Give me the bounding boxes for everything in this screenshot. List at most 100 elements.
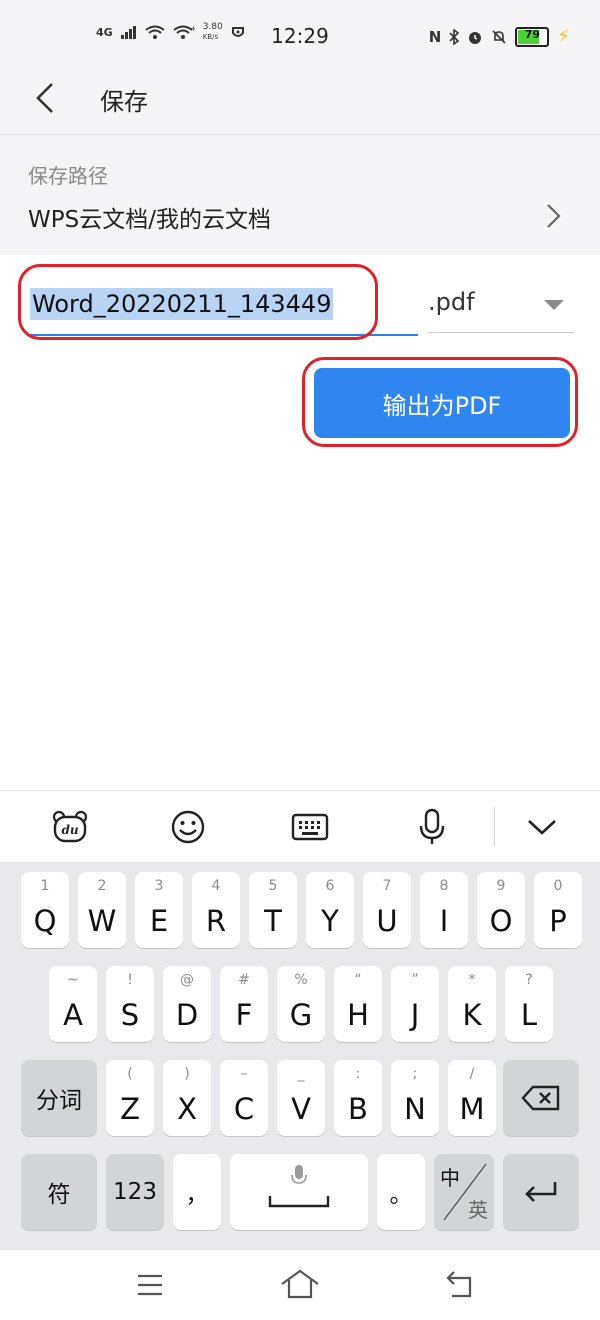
voice-input-button[interactable] (402, 791, 462, 863)
key-main-label: M (459, 1092, 485, 1126)
menu-nav-button[interactable] (130, 1268, 170, 1302)
back-nav-button[interactable] (440, 1268, 480, 1302)
key-z[interactable]: (Z (106, 1060, 154, 1136)
comma-key[interactable]: ， (173, 1154, 221, 1230)
key-n[interactable]: ; N (391, 1060, 439, 1136)
key-q[interactable]: 1Q (21, 872, 69, 948)
save-path-value[interactable]: WPS云文档/我的云文档 (28, 200, 271, 234)
key-f[interactable]: # F (220, 966, 268, 1042)
key-g[interactable]: % G (277, 966, 325, 1042)
key-main-label: S (120, 998, 140, 1032)
key-sub-label: 4 (211, 878, 221, 894)
key-main-label: H (347, 998, 369, 1032)
mute-icon (492, 29, 506, 44)
language-switch-key[interactable]: 中 英 (434, 1154, 494, 1230)
emoji-button[interactable] (158, 791, 218, 863)
key-main-label: K (462, 998, 482, 1032)
back-nav-icon (446, 1271, 472, 1298)
key-sub-label: ( (127, 1066, 133, 1082)
key-main-label: Z (120, 1092, 140, 1126)
key-sub-label: 6 (325, 878, 335, 894)
menu-icon (138, 1274, 162, 1296)
segment-key[interactable]: 分词 (21, 1060, 97, 1136)
key-d[interactable]: @ D (163, 966, 211, 1042)
annotation-highlight-filename (18, 264, 378, 340)
dropdown-caret-icon (544, 300, 564, 310)
key-main-label: O (489, 904, 513, 938)
key-w[interactable]: 2W (78, 872, 126, 948)
back-button[interactable] (28, 78, 68, 118)
key-m[interactable]: / M (448, 1060, 496, 1136)
key-main-label: V (291, 1092, 311, 1126)
key-sub-label: ~ (67, 972, 79, 988)
keyboard-icon (291, 813, 329, 841)
collapse-chevron-icon (528, 820, 556, 835)
key-y[interactable]: 6Y (306, 872, 354, 948)
key-e[interactable]: 3E (135, 872, 183, 948)
key-sub-label: ! (127, 972, 133, 988)
space-bar-icon (268, 1196, 330, 1208)
home-icon (281, 1269, 319, 1299)
space-key[interactable] (230, 1154, 368, 1230)
back-arrow-icon (36, 83, 53, 113)
key-j[interactable]: ” J (391, 966, 439, 1042)
backspace-key[interactable] (503, 1060, 579, 1136)
key-main-label: D (175, 998, 199, 1032)
key-main-label: U (376, 904, 398, 938)
key-r[interactable]: 4R (192, 872, 240, 948)
key-c[interactable]: – C (220, 1060, 268, 1136)
home-nav-button[interactable] (280, 1268, 320, 1302)
enter-key-inner (503, 1154, 579, 1230)
key-h[interactable]: “H (334, 966, 382, 1042)
extension-select[interactable]: .pdf (428, 282, 574, 333)
key-sub-label: % (294, 972, 308, 988)
key-o[interactable]: 9O (477, 872, 525, 948)
key-t[interactable]: 5T (249, 872, 297, 948)
key-u[interactable]: 7U (363, 872, 411, 948)
key-sub-label: # (238, 972, 250, 988)
key-main-label: Q (33, 904, 57, 938)
key-main-label: L (520, 998, 538, 1032)
symbol-key-label: 符 (47, 1182, 71, 1208)
key-v[interactable]: _ V (277, 1060, 325, 1136)
key-main-label: P (549, 904, 567, 938)
annotation-highlight-export (302, 357, 578, 447)
nfc-icon: N (428, 27, 442, 46)
key-b[interactable]: :B (334, 1060, 382, 1136)
key-a[interactable]: ~ A (49, 966, 97, 1042)
key-sub-label: 2 (97, 878, 107, 894)
key-main-label: W (87, 904, 117, 938)
baidu-du-button[interactable]: du (40, 791, 100, 863)
key-l[interactable]: ? L (505, 966, 553, 1042)
battery-level: 79 (524, 27, 541, 41)
key-sub-label: ? (525, 972, 533, 988)
period-key[interactable]: 。 (377, 1154, 425, 1230)
alarm-icon (469, 31, 482, 44)
key-x[interactable]: ) X (163, 1060, 211, 1136)
key-sub-label: 1 (40, 878, 50, 894)
key-main-label: N (404, 1092, 426, 1126)
segment-key-label: 分词 (36, 1088, 82, 1114)
chevron-right-icon (547, 204, 561, 228)
key-main-label: G (289, 998, 313, 1032)
key-k[interactable]: * K (448, 966, 496, 1042)
collapse-keyboard-button[interactable] (512, 791, 572, 863)
emoji-icon (171, 810, 205, 844)
comma-key-label: ， (185, 1182, 209, 1208)
key-sub-label: ; (412, 1066, 418, 1082)
keyboard: 1Q2W3E4R5T6Y7U8I9O0P ~ A! S @ D # F% G “H” J * K? L … (0, 862, 600, 1250)
symbol-key[interactable]: 符 (21, 1154, 97, 1230)
language-en-label: 英 (468, 1198, 488, 1222)
key-s[interactable]: ! S (106, 966, 154, 1042)
key-sub-label: 7 (382, 878, 392, 894)
bluetooth-icon (449, 28, 460, 45)
backspace-key-inner (503, 1060, 579, 1136)
key-p[interactable]: 0P (534, 872, 582, 948)
key-main-label: J (410, 998, 420, 1032)
keyboard-switch-button[interactable] (280, 791, 340, 863)
number-key[interactable]: 123 (106, 1154, 164, 1230)
enter-key[interactable] (503, 1154, 579, 1230)
key-i[interactable]: 8I (420, 872, 468, 948)
save-path-chevron[interactable] (540, 200, 566, 232)
key-main-label: F (235, 998, 253, 1032)
